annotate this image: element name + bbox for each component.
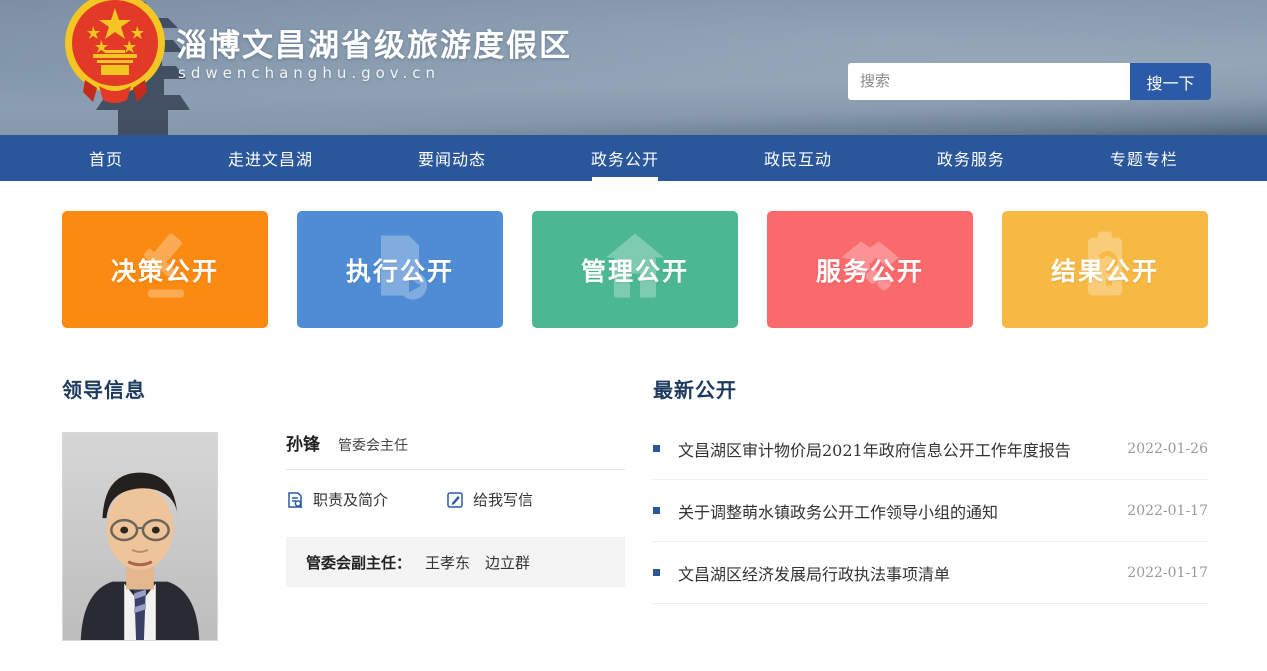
leader-section-title: 领导信息 [62, 374, 146, 403]
news-item[interactable]: 关于调整萌水镇政务公开工作领导小组的通知 2022-01-17 [653, 480, 1208, 542]
nav-item-home[interactable]: 首页 [85, 135, 127, 181]
deputy-directors-box: 管委会副主任： 王孝东 边立群 [286, 537, 625, 587]
news-item-title: 文昌湖区审计物价局2021年政府信息公开工作年度报告 [678, 437, 1107, 461]
site-header: 淄博文昌湖省级旅游度假区 sdwenchanghu.gov.cn 搜一下 [0, 0, 1267, 135]
nav-item-interaction[interactable]: 政民互动 [760, 135, 836, 181]
deputy-label: 管委会副主任： [306, 552, 411, 573]
news-item[interactable]: 文昌湖区经济发展局行政执法事项清单 2022-01-17 [653, 542, 1208, 604]
quick-link-management-disclosure[interactable]: 管理公开 [532, 211, 738, 328]
quick-links-row: 决策公开 执行公开 管理公开 [62, 211, 1208, 328]
nav-item-news[interactable]: 要闻动态 [414, 135, 490, 181]
leader-position: 管委会主任 [338, 435, 408, 455]
write-to-me-link[interactable]: 给我写信 [446, 489, 533, 510]
leader-info-panel: 孙锋 管委会主任 职责及简介 [286, 430, 625, 587]
document-search-icon [286, 491, 304, 509]
square-bullet-icon [653, 569, 660, 576]
leader-profile-link[interactable]: 职责及简介 [286, 489, 388, 510]
search-button[interactable]: 搜一下 [1130, 63, 1211, 100]
nav-item-special-topics[interactable]: 专题专栏 [1106, 135, 1182, 181]
quick-link-label: 决策公开 [111, 252, 219, 288]
latest-disclosure-list: 文昌湖区审计物价局2021年政府信息公开工作年度报告 2022-01-26 关于… [653, 418, 1208, 604]
site-title: 淄博文昌湖省级旅游度假区 [176, 20, 572, 65]
news-item-title: 文昌湖区经济发展局行政执法事项清单 [678, 561, 1107, 585]
write-to-me-link-label: 给我写信 [473, 489, 533, 510]
nav-item-gov-disclosure[interactable]: 政务公开 [587, 135, 663, 181]
leader-portrait-photo [62, 432, 218, 641]
search-input[interactable] [848, 63, 1130, 100]
national-emblem-logo [63, 0, 167, 106]
news-item-date: 2022-01-26 [1127, 441, 1208, 457]
deputy-names: 王孝东 边立群 [425, 552, 530, 573]
quick-link-label: 结果公开 [1051, 252, 1159, 288]
news-section-title: 最新公开 [653, 374, 737, 403]
news-item-date: 2022-01-17 [1127, 565, 1208, 581]
leader-profile-link-label: 职责及简介 [313, 489, 388, 510]
leader-name-row: 孙锋 管委会主任 [286, 430, 625, 455]
search-bar: 搜一下 [848, 63, 1211, 100]
news-item-date: 2022-01-17 [1127, 503, 1208, 519]
pen-edit-icon [446, 491, 464, 509]
nav-item-about[interactable]: 走进文昌湖 [224, 135, 317, 181]
page: 淄博文昌湖省级旅游度假区 sdwenchanghu.gov.cn 搜一下 首页 … [0, 0, 1267, 671]
leader-name: 孙锋 [286, 430, 320, 455]
site-domain: sdwenchanghu.gov.cn [178, 64, 440, 82]
divider [286, 469, 625, 470]
quick-link-label: 服务公开 [816, 252, 924, 288]
leader-links-row: 职责及简介 给我写信 [286, 489, 625, 510]
quick-link-service-disclosure[interactable]: 服务公开 [767, 211, 973, 328]
news-item-title: 关于调整萌水镇政务公开工作领导小组的通知 [678, 499, 1107, 523]
nav-item-services[interactable]: 政务服务 [933, 135, 1009, 181]
quick-link-label: 管理公开 [581, 252, 689, 288]
quick-link-result-disclosure[interactable]: 结果公开 [1002, 211, 1208, 328]
quick-link-decision-disclosure[interactable]: 决策公开 [62, 211, 268, 328]
main-navigation: 首页 走进文昌湖 要闻动态 政务公开 政民互动 政务服务 专题专栏 [0, 135, 1267, 181]
square-bullet-icon [653, 445, 660, 452]
square-bullet-icon [653, 507, 660, 514]
news-item[interactable]: 文昌湖区审计物价局2021年政府信息公开工作年度报告 2022-01-26 [653, 418, 1208, 480]
quick-link-label: 执行公开 [346, 252, 454, 288]
quick-link-execution-disclosure[interactable]: 执行公开 [297, 211, 503, 328]
